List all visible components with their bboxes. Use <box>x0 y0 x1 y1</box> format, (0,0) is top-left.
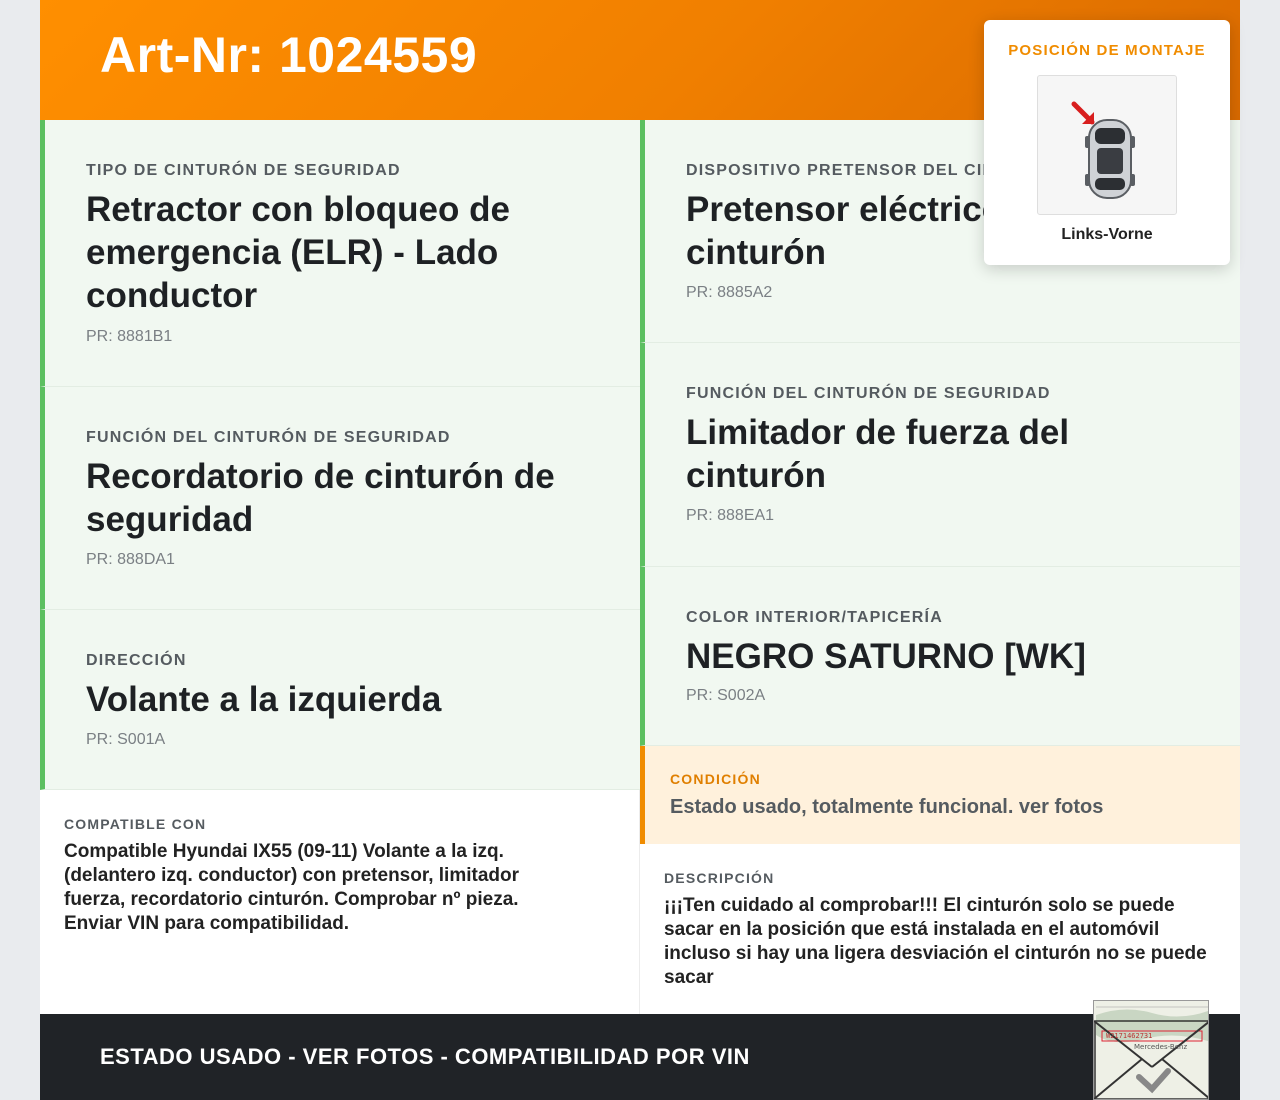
mounting-position-card: POSICIÓN DE MONTAJE Links-Vorne <box>984 20 1230 265</box>
spec-cell-belt-type: TIPO DE CINTURÓN DE SEGURIDAD Retractor … <box>40 120 640 387</box>
spec-value: Retractor con bloqueo de emergencia (ELR… <box>86 190 510 315</box>
left-spec-column: TIPO DE CINTURÓN DE SEGURIDAD Retractor … <box>40 120 640 790</box>
spec-label: FUNCIÓN DEL CINTURÓN DE SEGURIDAD <box>686 385 1051 402</box>
spec-cell-belt-function: FUNCIÓN DEL CINTURÓN DE SEGURIDAD Record… <box>40 387 640 610</box>
spec-cell-force-limiter: FUNCIÓN DEL CINTURÓN DE SEGURIDAD Limita… <box>640 343 1240 567</box>
spec-value: NEGRO SATURNO [WK] <box>686 637 1086 676</box>
compatible-label: COMPATIBLE CON <box>64 816 207 832</box>
footer-text: ESTADO USADO - VER FOTOS - COMPATIBILIDA… <box>100 1044 750 1069</box>
spec-pr-code: PR: 8881B1 <box>86 328 173 345</box>
spec-label: TIPO DE CINTURÓN DE SEGURIDAD <box>86 162 401 179</box>
spec-value: Limitador de fuerza del cinturón <box>686 413 1070 495</box>
spec-pr-code: PR: 8885A2 <box>686 284 773 301</box>
condition-text: Estado usado, totalmente funcional. ver … <box>670 796 1104 818</box>
spec-value: Recordatorio de cinturón de seguridad <box>86 457 555 539</box>
document-thumbnail[interactable]: W2171462731 Mercedes-Benz <box>1093 1000 1209 1100</box>
spec-pr-code: PR: 888DA1 <box>86 551 175 568</box>
spec-label: DIRECCIÓN <box>86 652 187 669</box>
description-section: DESCRIPCIÓN ¡¡¡Ten cuidado al comprobar!… <box>640 844 1240 1014</box>
spec-value: Volante a la izquierda <box>86 680 442 719</box>
description-text: ¡¡¡Ten cuidado al comprobar!!! El cintur… <box>664 895 1207 988</box>
spec-pr-code: PR: 888EA1 <box>686 507 775 524</box>
spec-cell-steering: DIRECCIÓN Volante a la izquierda PR: S00… <box>40 610 640 790</box>
spec-pr-code: PR: S001A <box>86 731 166 748</box>
mounting-position-caption: Links-Vorne <box>1061 226 1153 243</box>
spec-pr-code: PR: S002A <box>686 687 766 704</box>
compatible-text: Compatible Hyundai IX55 (09-11) Volante … <box>64 841 519 934</box>
position-arrow-icon <box>1071 101 1095 125</box>
description-label: DESCRIPCIÓN <box>664 870 775 886</box>
doc-vin-text: W2171462731 <box>1106 1032 1153 1040</box>
compatible-section: COMPATIBLE CON Compatible Hyundai IX55 (… <box>40 790 640 1014</box>
mounting-position-image[interactable] <box>1037 75 1177 215</box>
article-number-title: Art-Nr: 1024559 <box>100 27 478 83</box>
doc-brand-text: Mercedes-Benz <box>1134 1043 1188 1051</box>
spec-label: FUNCIÓN DEL CINTURÓN DE SEGURIDAD <box>86 429 451 446</box>
condition-section: CONDICIÓN Estado usado, totalmente funci… <box>640 746 1240 844</box>
mounting-position-label: POSICIÓN DE MONTAJE <box>1008 42 1206 59</box>
spec-cell-interior-color: COLOR INTERIOR/TAPICERÍA NEGRO SATURNO [… <box>640 567 1240 746</box>
condition-label: CONDICIÓN <box>670 771 761 787</box>
footer-bar: ESTADO USADO - VER FOTOS - COMPATIBILIDA… <box>40 1014 1240 1100</box>
car-top-view-icon <box>1085 119 1135 199</box>
spec-label: COLOR INTERIOR/TAPICERÍA <box>686 609 943 626</box>
